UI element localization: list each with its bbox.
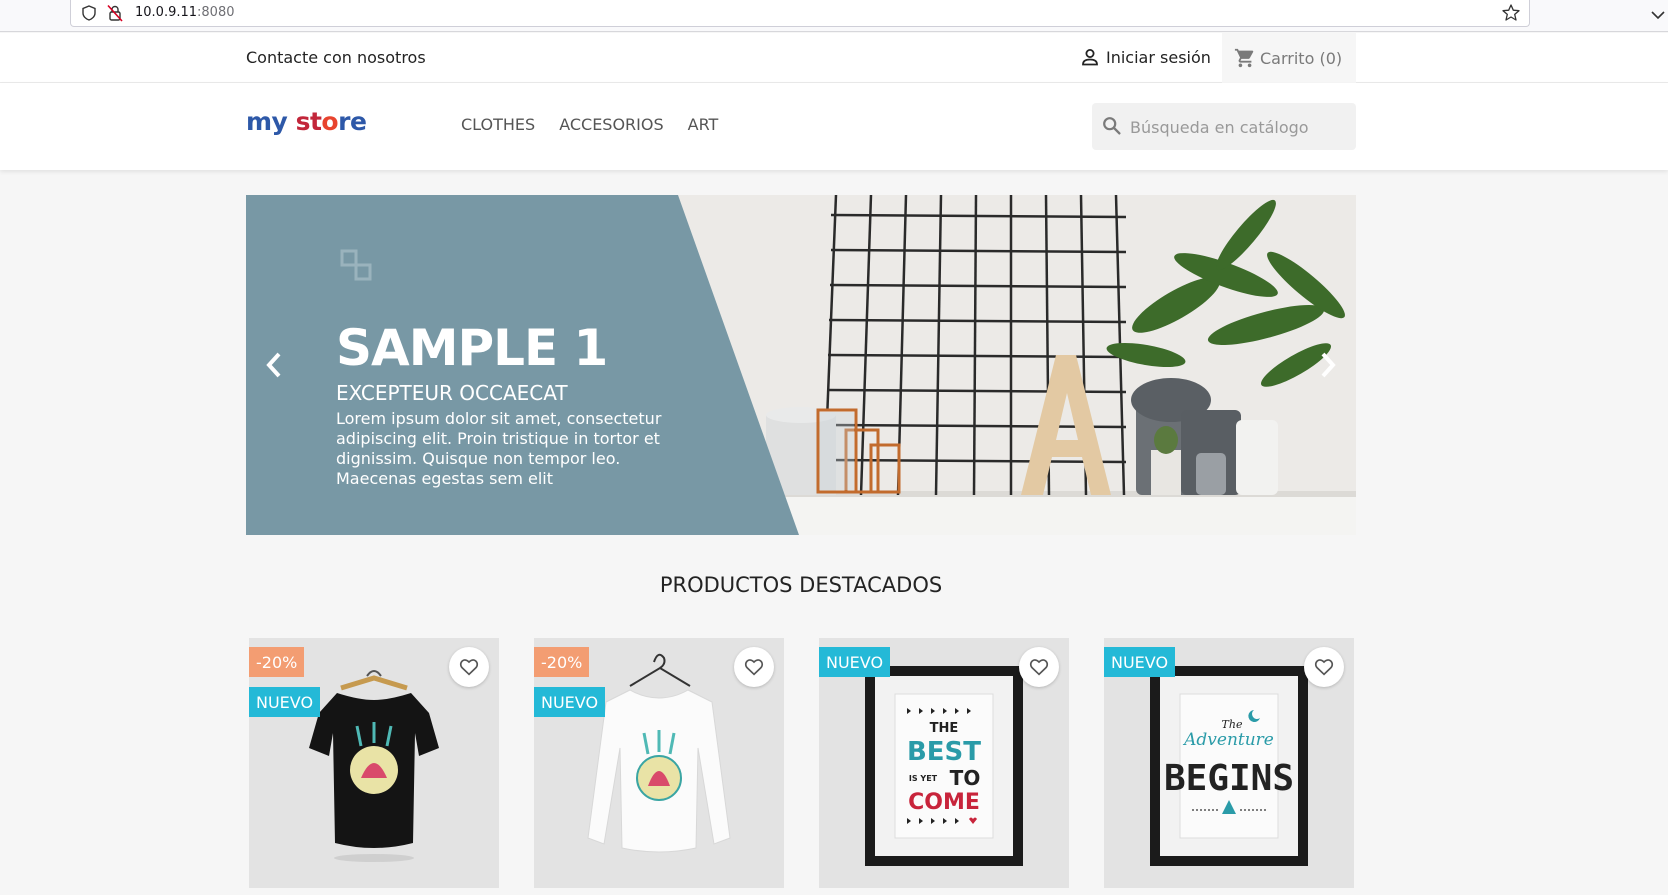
search-icon[interactable] xyxy=(1101,115,1123,137)
main-menu: CLOTHES ACCESORIOS ART xyxy=(461,115,718,134)
heart-icon xyxy=(459,659,479,676)
logo-part: re xyxy=(338,107,367,136)
svg-text:COME: COME xyxy=(908,790,980,815)
new-badge: NUEVO xyxy=(819,647,891,677)
svg-text:THE: THE xyxy=(930,721,959,736)
slide-title: SAMPLE 1 xyxy=(336,319,608,377)
slide-text: Lorem ipsum dolor sit amet, consectetur … xyxy=(336,409,662,488)
product-card[interactable]: The Adventure BEGINS NUEVO xyxy=(1104,638,1354,888)
insecure-lock-icon[interactable] xyxy=(107,4,123,22)
signin-link[interactable]: Iniciar sesión xyxy=(1080,47,1211,67)
product-card[interactable]: -20% NUEVO xyxy=(534,638,784,888)
slider-prev-button[interactable] xyxy=(254,343,294,387)
new-badge: NUEVO xyxy=(534,687,606,717)
svg-text:BEGINS: BEGINS xyxy=(1164,758,1294,799)
search-input[interactable] xyxy=(1130,115,1346,139)
bookmark-star-icon[interactable] xyxy=(1501,3,1521,23)
menu-item-clothes[interactable]: CLOTHES xyxy=(461,115,535,134)
cart-icon xyxy=(1234,48,1254,68)
heart-icon xyxy=(744,659,764,676)
product-card[interactable]: -20% NUEVO xyxy=(249,638,499,888)
slide-subtitle: EXCEPTEUR OCCAECAT xyxy=(336,381,568,405)
new-badge: NUEVO xyxy=(249,687,321,717)
wishlist-button[interactable] xyxy=(734,647,774,687)
discount-badge: -20% xyxy=(249,647,305,677)
chevron-left-icon xyxy=(266,352,281,378)
menu-item-accesorios[interactable]: ACCESORIOS xyxy=(559,115,663,134)
logo-part: my xyxy=(246,107,288,136)
shield-icon[interactable] xyxy=(81,5,97,21)
url-text[interactable]: 10.0.9.11:8080 xyxy=(135,5,235,20)
top-nav: Contacte con nosotros Iniciar sesión Car… xyxy=(0,33,1668,83)
hero-slider[interactable]: SAMPLE 1 EXCEPTEUR OCCAECAT Lorem ipsum … xyxy=(246,195,1356,535)
slider-next-button[interactable] xyxy=(1308,343,1348,387)
url-host: 10.0.9.11 xyxy=(135,5,198,20)
products-grid: -20% NUEVO -20% NUEVO THE BEST IS YET TO… xyxy=(249,638,1354,895)
logo-part: st xyxy=(295,107,322,136)
cart-label: Carrito (0) xyxy=(1260,48,1343,68)
contact-link[interactable]: Contacte con nosotros xyxy=(246,48,426,67)
wishlist-button[interactable] xyxy=(449,647,489,687)
chevron-right-icon xyxy=(1321,352,1336,378)
heart-icon xyxy=(1029,659,1049,676)
toolbar-edge-icon[interactable] xyxy=(1648,4,1668,24)
store-logo[interactable]: my store xyxy=(246,107,367,136)
user-icon xyxy=(1082,49,1098,66)
discount-badge: -20% xyxy=(534,647,590,677)
browser-toolbar: 10.0.9.11:8080 xyxy=(0,0,1668,32)
wishlist-button[interactable] xyxy=(1019,647,1059,687)
svg-text:TO: TO xyxy=(950,766,981,790)
logo-part xyxy=(287,107,295,136)
cart-button[interactable]: Carrito (0) xyxy=(1222,33,1356,83)
section-title: PRODUCTOS DESTACADOS xyxy=(659,573,943,597)
heart-icon xyxy=(1314,659,1334,676)
signin-label: Iniciar sesión xyxy=(1106,47,1211,67)
wishlist-button[interactable] xyxy=(1304,647,1344,687)
logo-part: o xyxy=(321,107,339,136)
menu-item-art[interactable]: ART xyxy=(688,115,719,134)
url-bar[interactable]: 10.0.9.11:8080 xyxy=(70,0,1530,27)
svg-text:BEST: BEST xyxy=(907,737,981,767)
svg-text:IS YET: IS YET xyxy=(909,774,938,783)
new-badge: NUEVO xyxy=(1104,647,1176,677)
product-card[interactable]: THE BEST IS YET TO COME NUEVO xyxy=(819,638,1069,888)
slide-caption: SAMPLE 1 EXCEPTEUR OCCAECAT Lorem ipsum … xyxy=(336,195,696,535)
header: my store CLOTHES ACCESORIOS ART xyxy=(0,83,1668,170)
search-box xyxy=(1092,103,1356,150)
url-port: :8080 xyxy=(197,5,235,20)
svg-text:Adventure: Adventure xyxy=(1182,730,1274,750)
